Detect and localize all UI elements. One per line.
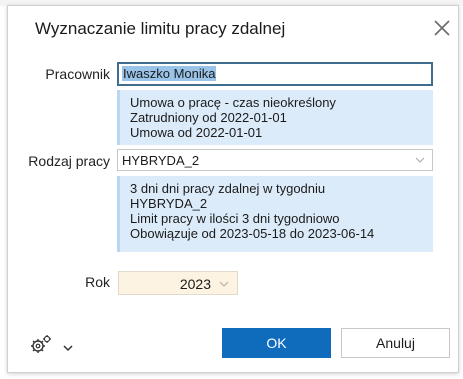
work-type-info-panel: 3 dni dni pracy zdalnej w tygodniu HYBRY… (117, 176, 433, 252)
settings-dropdown-button[interactable] (63, 339, 73, 357)
employee-value: Iwaszko Monika (122, 66, 217, 81)
chevron-down-icon (63, 345, 73, 352)
year-value: 2023 (179, 276, 211, 292)
close-button[interactable] (430, 16, 454, 40)
year-select[interactable]: 2023 (118, 271, 238, 295)
remote-work-limit-dialog: Wyznaczanie limitu pracy zdalnej Pracown… (7, 5, 459, 373)
employed-since: Zatrudniony od 2022-01-01 (130, 110, 287, 125)
contract-type: Umowa o pracę - czas nieokreślony (130, 95, 336, 110)
work-type-description: 3 dni dni pracy zdalnej w tygodniu (130, 181, 326, 196)
work-limit: Limit pracy w ilości 3 dni tygodniowo (130, 211, 340, 226)
work-type-code: HYBRYDA_2 (130, 196, 208, 211)
validity-period: Obowiązuje od 2023-05-18 do 2023-06-14 (130, 226, 375, 241)
cancel-button[interactable]: Anuluj (341, 328, 450, 358)
ok-button[interactable]: OK (222, 328, 331, 358)
settings-button[interactable] (28, 333, 54, 355)
contract-info-panel: Umowa o pracę - czas nieokreślony Zatrud… (117, 90, 433, 145)
chevron-down-icon (415, 157, 425, 163)
year-label: Rok (85, 274, 110, 290)
contract-since: Umowa od 2022-01-01 (130, 125, 263, 140)
chevron-down-icon (219, 281, 229, 287)
close-icon (434, 20, 450, 36)
employee-field[interactable]: Iwaszko Monika (117, 62, 433, 86)
gear-icon (31, 335, 51, 353)
work-type-label: Rodzaj pracy (28, 153, 110, 169)
work-type-select[interactable]: HYBRYDA_2 (117, 149, 433, 171)
work-type-value: HYBRYDA_2 (122, 153, 200, 168)
dialog-title: Wyznaczanie limitu pracy zdalnej (35, 19, 286, 38)
employee-label: Pracownik (45, 66, 110, 82)
